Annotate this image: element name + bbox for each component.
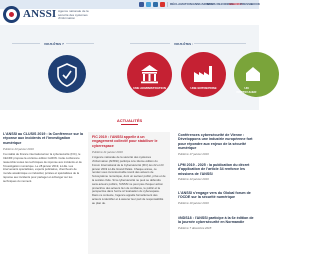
news-item-title[interactable]: L'ANSSI s'engage vers du Global forum de… <box>178 191 256 200</box>
tile-shield[interactable] <box>48 55 86 93</box>
divider <box>12 43 40 44</box>
news-left-article[interactable]: L'ANSSI au CLUSIS 2019 : la Conférence s… <box>3 132 83 184</box>
linkedin-icon[interactable] <box>153 2 158 7</box>
news-item-date: Publié le 14 janvier 2019 <box>178 177 209 182</box>
brand-name[interactable]: ANSSI <box>23 8 56 20</box>
hero-section: VOUS ÊTES ? VOUS ÊTES : UNE ADMINISTRATI… <box>0 25 279 110</box>
news-item[interactable]: LPM 2019 - 2025 : la publication du décr… <box>178 163 256 181</box>
nav-link-book[interactable]: BOOK <box>251 2 260 6</box>
news-item[interactable]: #NDS18 : l'ANSSI participe à la 6e éditi… <box>178 216 256 230</box>
news-item-date: Publié le 7 décembre 2018 <box>178 225 212 230</box>
tile-label: UNE ENTREPRISE <box>190 86 217 90</box>
tile-label: UN PARTICULIER <box>236 86 257 94</box>
building-icon <box>141 65 158 84</box>
news-item[interactable]: L'ANSSI s'engage vers du Global forum de… <box>178 191 256 205</box>
tile-label: UNE ADMINISTRATION <box>133 86 166 90</box>
divider <box>66 43 94 44</box>
brand-subtitle: Agence nationale de la sécurité des syst… <box>58 9 89 21</box>
tile-administration[interactable]: UNE ADMINISTRATION <box>127 52 172 97</box>
article-date: Publié le 23 janvier 2019 <box>3 147 34 152</box>
news-item-title[interactable]: Conférences cybersécurité de Vienne : Dé… <box>178 133 256 151</box>
news-item-title[interactable]: #NDS18 : l'ANSSI participe à la 6e éditi… <box>178 216 256 225</box>
anssi-logo[interactable] <box>3 6 20 23</box>
news-featured-article[interactable]: FIC 2019 : l'ANSSI appelle à un engageme… <box>88 132 170 254</box>
news-item-date: Publié le 10 janvier 2019 <box>178 200 209 205</box>
right-caption: VOUS ÊTES : <box>174 42 194 46</box>
shield-icon <box>57 63 77 87</box>
divider <box>130 43 170 44</box>
facebook-icon[interactable] <box>139 2 144 7</box>
twitter-icon[interactable] <box>146 2 151 7</box>
factory-icon <box>194 66 212 82</box>
news-item-title[interactable]: LPM 2019 - 2025 : la publication du décr… <box>178 163 256 176</box>
title-underline <box>121 124 138 125</box>
divider <box>194 43 246 44</box>
divider <box>167 2 168 7</box>
left-caption: VOUS ÊTES ? <box>44 42 64 46</box>
article-title[interactable]: FIC 2019 : l'ANSSI appelle à un engageme… <box>92 135 166 148</box>
tile-entreprise[interactable]: UNE ENTREPRISE <box>181 52 226 97</box>
article-body: Il a réalité de France international sur… <box>3 152 82 183</box>
news-item-date: Publié le 17 janvier 2019 <box>178 151 209 156</box>
tile-particulier[interactable]: UN PARTICULIER <box>234 52 279 97</box>
article-date: Publié le 21 janvier 2019 <box>92 150 123 155</box>
youtube-icon[interactable] <box>160 2 165 7</box>
article-title[interactable]: L'ANSSI au CLUSIS 2019 : la Conférence s… <box>3 132 83 145</box>
news-item[interactable]: Conférences cybersécurité de Vienne : Dé… <box>178 133 256 156</box>
news-section-title: ACTUALITÉS <box>116 118 143 123</box>
article-body: L'Agence nationale de la sécurité des sy… <box>92 155 166 205</box>
